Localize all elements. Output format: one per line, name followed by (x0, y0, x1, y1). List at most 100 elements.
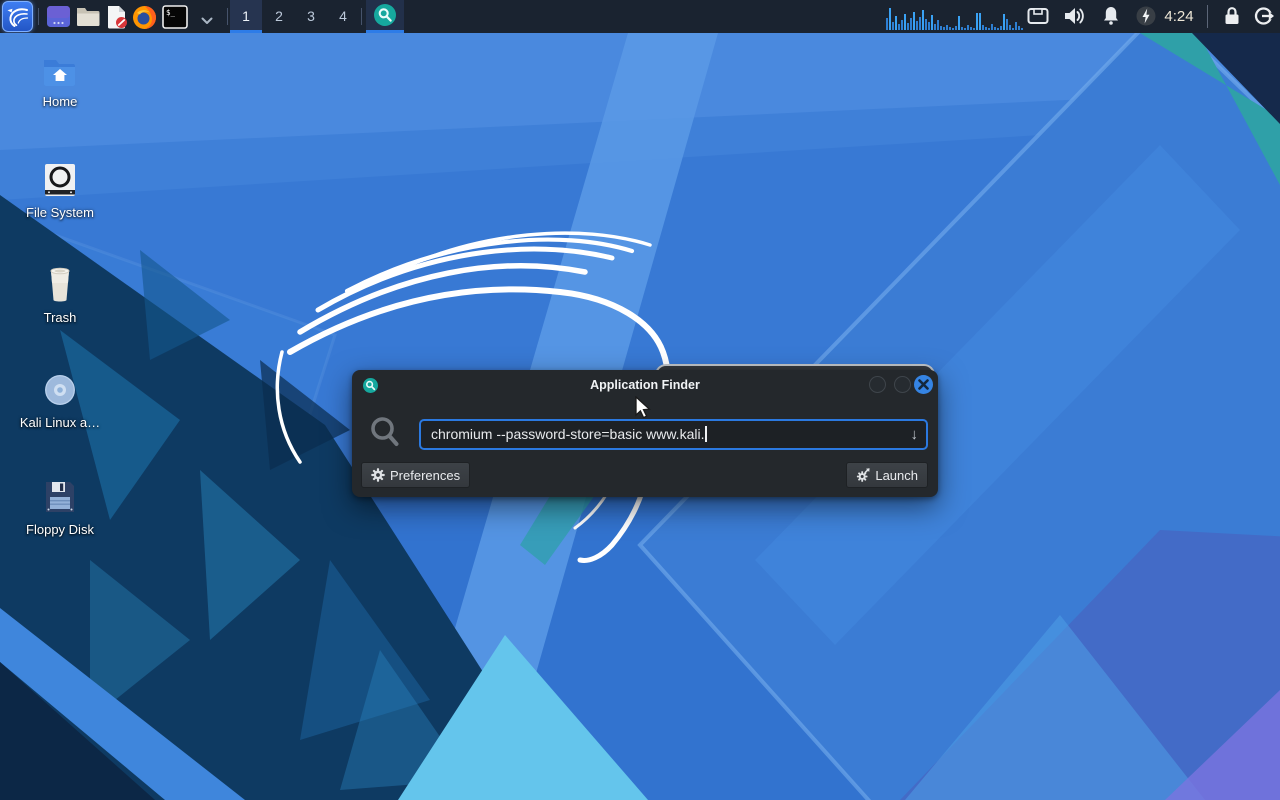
cpu-bar (1012, 28, 1014, 30)
cpu-bar (949, 27, 951, 30)
notifications-tray-icon[interactable] (1101, 5, 1121, 32)
applications-menu-button[interactable] (2, 1, 33, 32)
logout-icon (1253, 5, 1275, 27)
folder-icon (75, 5, 100, 27)
text-caret (705, 426, 707, 442)
cpu-bar (994, 27, 996, 30)
network-tray-icon[interactable] (1026, 5, 1050, 32)
top-panel: $_ 1 2 3 4 (0, 0, 1280, 33)
cpu-bar (898, 24, 900, 30)
kali-logo-icon (3, 2, 32, 31)
workspace-2[interactable]: 2 (263, 0, 295, 33)
cpu-bar (934, 24, 936, 30)
cpu-bar (946, 25, 948, 30)
workspace-number: 2 (275, 8, 283, 24)
desktop-icon-trash[interactable]: Trash (8, 264, 112, 325)
cpu-bar (892, 22, 894, 30)
terminal-dropdown-chevron[interactable] (201, 12, 213, 30)
cpu-bar (970, 27, 972, 30)
preferences-label: Preferences (390, 468, 460, 483)
cpu-bar (928, 22, 930, 30)
optical-disc-icon (41, 371, 79, 409)
network-icon (1026, 5, 1050, 27)
cpu-bar (958, 16, 960, 30)
cpu-bar (916, 21, 918, 30)
cpu-bar (886, 18, 888, 30)
cpu-bar (889, 8, 891, 30)
launcher-terminal[interactable]: $_ (162, 5, 188, 34)
launcher-firefox[interactable] (132, 5, 157, 35)
workspace-4[interactable]: 4 (327, 0, 359, 33)
cpu-bar (904, 14, 906, 30)
cpu-bar (985, 27, 987, 30)
preferences-button[interactable]: Preferences (361, 462, 470, 488)
cpu-bar (1003, 14, 1005, 30)
workspace-number: 3 (307, 8, 315, 24)
application-finder-window: Application Finder chromium --password-s… (352, 370, 938, 497)
lock-icon (1221, 5, 1243, 27)
speaker-icon (1062, 5, 1086, 27)
lock-screen-button[interactable] (1221, 5, 1243, 32)
panel-separator (361, 8, 362, 25)
cpu-bar (982, 25, 984, 30)
terminal-icon: $_ (162, 5, 188, 29)
close-button[interactable] (914, 375, 933, 394)
hard-drive-icon (41, 161, 79, 199)
search-input-value: chromium --password-store=basic www.kali… (431, 426, 704, 442)
cpu-bar (961, 27, 963, 30)
volume-tray-icon[interactable] (1062, 5, 1086, 32)
active-task-underline (366, 30, 404, 33)
desktop-icon-file-system[interactable]: File System (8, 161, 112, 220)
desktop-icon-floppy[interactable]: Floppy Disk (8, 478, 112, 537)
application-finder-icon (374, 4, 396, 26)
cpu-bar (895, 16, 897, 30)
maximize-button[interactable] (894, 376, 911, 393)
desktop-icon-label: File System (8, 205, 112, 220)
cpu-bar (910, 18, 912, 30)
panel-separator (227, 8, 228, 25)
minimize-button[interactable] (869, 376, 886, 393)
taskbar-application-finder[interactable] (366, 0, 404, 33)
cpu-bar (1018, 26, 1020, 30)
panel-separator (1207, 5, 1208, 28)
cpu-bar (919, 17, 921, 30)
firefox-icon (132, 5, 157, 30)
cpu-bar (1009, 25, 1011, 30)
cpu-bar (952, 28, 954, 30)
cpu-bar (967, 25, 969, 30)
desktop-icon-label: Home (8, 94, 112, 109)
bell-icon (1101, 5, 1121, 27)
chevron-down-icon (201, 17, 213, 25)
clock[interactable]: 4:24 (1156, 0, 1202, 33)
floppy-disk-icon (41, 478, 79, 516)
gear-icon (371, 468, 385, 482)
launcher-app-window[interactable] (46, 5, 71, 33)
power-manager-tray-icon[interactable] (1135, 5, 1157, 32)
home-folder-icon (41, 56, 79, 88)
cpu-bar (943, 27, 945, 30)
app-window-icon (46, 5, 71, 28)
launch-button[interactable]: Launch (846, 462, 928, 488)
power-bolt-icon (1135, 5, 1157, 27)
cpu-bar (940, 26, 942, 30)
trash-can-icon (41, 264, 79, 304)
cpu-bar (1021, 28, 1023, 30)
cpu-bar (1000, 26, 1002, 30)
document-edit-icon (104, 5, 129, 29)
workspace-1[interactable]: 1 (230, 0, 262, 33)
launch-icon (856, 468, 870, 482)
logout-button[interactable] (1253, 5, 1275, 32)
search-icon (370, 416, 400, 448)
search-input[interactable]: chromium --password-store=basic www.kali… (419, 419, 928, 450)
desktop-icon-home[interactable]: Home (8, 56, 112, 109)
cpu-bar (973, 28, 975, 30)
desktop-icon-kali-cd[interactable]: Kali Linux a… (8, 371, 112, 430)
dropdown-arrow-icon[interactable]: ↓ (911, 421, 919, 448)
workspace-3[interactable]: 3 (295, 0, 327, 33)
cpu-graph[interactable] (886, 3, 1026, 30)
cpu-bar (1015, 22, 1017, 30)
launcher-text-editor[interactable] (104, 5, 129, 34)
cpu-bar (976, 13, 978, 30)
cpu-bar (988, 28, 990, 30)
launcher-file-manager[interactable] (75, 5, 100, 32)
